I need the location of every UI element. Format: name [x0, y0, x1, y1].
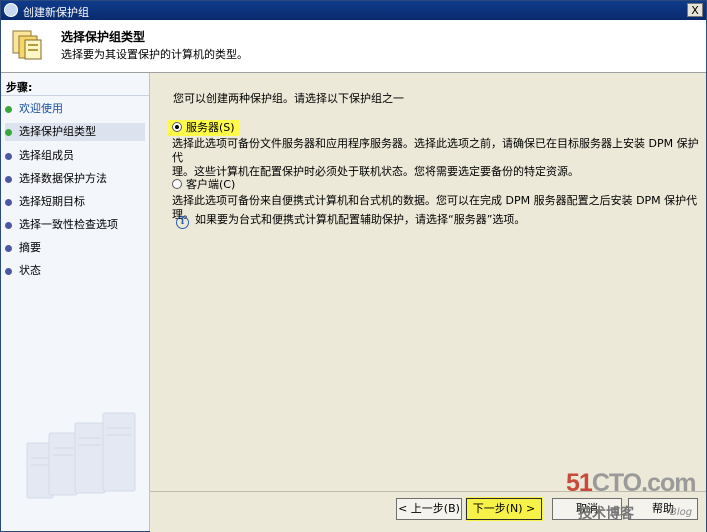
step-complete-icon	[5, 106, 12, 113]
next-button[interactable]: 下一步(N) >	[465, 497, 543, 521]
button-bar: < 上一步(B) 下一步(N) > 取消 帮助	[150, 491, 706, 532]
client-option-label: 客户端(C)	[186, 178, 236, 191]
step-select-short-term-goals[interactable]: 选择短期目标	[5, 193, 145, 211]
protection-group-icon	[12, 30, 42, 60]
info-note: i 如果要为台式和便携式计算机配置辅助保护，请选择“服务器”选项。	[176, 211, 525, 229]
intro-text: 您可以创建两种保护组。请选择以下保护组之一	[173, 92, 404, 105]
step-summary[interactable]: 摘要	[5, 239, 145, 257]
step-label: 选择短期目标	[19, 195, 85, 208]
info-icon: i	[176, 216, 189, 229]
page-subtitle: 选择要为其设置保护的计算机的类型。	[61, 48, 248, 61]
step-select-protection-method[interactable]: 选择数据保护方法	[5, 170, 145, 188]
step-pending-icon	[5, 268, 12, 275]
wizard-header: 选择保护组类型 选择要为其设置保护的计算机的类型。	[1, 20, 706, 73]
step-label: 摘要	[19, 241, 41, 254]
steps-panel: 步骤: 欢迎使用 选择保护组类型 选择组成员 选择数据保护方法 选择短期目标 选…	[1, 73, 150, 531]
step-label: 选择保护组类型	[19, 125, 96, 138]
step-label: 状态	[19, 264, 41, 277]
step-label: 选择数据保护方法	[19, 172, 107, 185]
step-current-icon	[5, 129, 12, 136]
steps-divider	[1, 95, 149, 96]
server-option-label: 服务器(S)	[186, 121, 235, 134]
info-text: 如果要为台式和便携式计算机配置辅助保护，请选择“服务器”选项。	[195, 213, 526, 226]
wizard-window: 创建新保护组 X 选择保护组类型 选择要为其设置保护的计算机的类型。 步骤: 欢…	[0, 0, 707, 532]
client-option-radio[interactable]: 客户端(C)	[172, 177, 235, 193]
step-pending-icon	[5, 245, 12, 252]
title-bar: 创建新保护组 X	[1, 1, 706, 20]
steps-title: 步骤:	[6, 81, 33, 94]
step-welcome[interactable]: 欢迎使用	[5, 100, 145, 118]
step-label: 选择一致性检查选项	[19, 218, 118, 231]
step-select-members[interactable]: 选择组成员	[5, 147, 145, 165]
servers-watermark-icon	[26, 412, 136, 499]
step-pending-icon	[5, 176, 12, 183]
radio-unselected-icon	[172, 179, 182, 189]
server-option-radio[interactable]: 服务器(S)	[168, 120, 239, 136]
back-button[interactable]: < 上一步(B)	[396, 498, 462, 520]
app-icon	[4, 3, 18, 17]
cancel-button[interactable]: 取消	[552, 498, 622, 520]
step-consistency-check[interactable]: 选择一致性检查选项	[5, 216, 145, 234]
server-desc-line1: 选择此选项可备份文件服务器和应用程序服务器。选择此选项之前，请确保已在目标服务器…	[172, 137, 699, 164]
main-content: 您可以创建两种保护组。请选择以下保护组之一 服务器(S) 选择此选项可备份文件服…	[150, 73, 706, 491]
radio-selected-icon	[172, 122, 182, 132]
step-label: 选择组成员	[19, 149, 74, 162]
help-button[interactable]: 帮助	[628, 498, 698, 520]
step-pending-icon	[5, 222, 12, 229]
server-option-description: 选择此选项可备份文件服务器和应用程序服务器。选择此选项之前，请确保已在目标服务器…	[172, 137, 702, 179]
close-button[interactable]: X	[687, 3, 703, 17]
step-status[interactable]: 状态	[5, 262, 145, 280]
window-title: 创建新保护组	[23, 6, 89, 19]
step-select-group-type[interactable]: 选择保护组类型	[5, 123, 145, 141]
server-desc-line2: 理。这些计算机在配置保护时必须处于联机状态。您将需要选定要备份的特定资源。	[172, 165, 579, 178]
step-pending-icon	[5, 153, 12, 160]
step-pending-icon	[5, 199, 12, 206]
step-label: 欢迎使用	[19, 102, 63, 115]
page-title: 选择保护组类型	[61, 30, 146, 44]
